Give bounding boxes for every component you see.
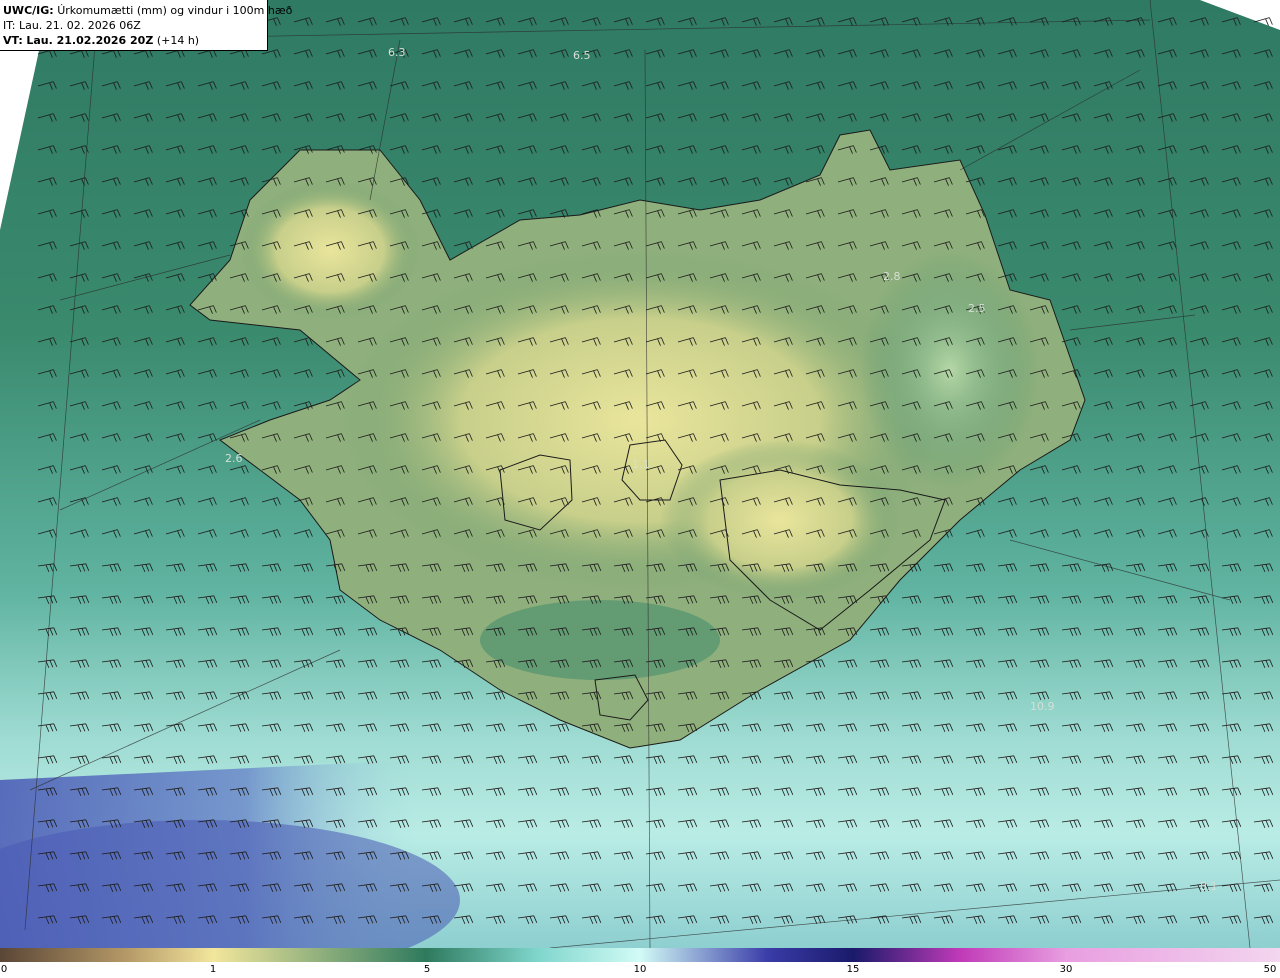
valid-time: Lau. 21.02.2026 20Z — [26, 34, 154, 47]
forecast-offset: (+14 h) — [156, 34, 200, 47]
colorbar — [0, 948, 1280, 962]
precipitation-map: 6.3 6.5 2.8 2.5 2.6 1.1 10.9 8.1 — [0, 0, 1280, 948]
map-label: 1.1 — [632, 458, 650, 471]
map-label: 2.6 — [225, 452, 243, 465]
colorbar-tick: 1 — [209, 964, 217, 975]
colorbar-tick: 30 — [1059, 964, 1073, 975]
map-label: 2.8 — [883, 270, 901, 283]
colorbar-tick: 10 — [633, 964, 647, 975]
valid-time-label: VT: — [3, 34, 23, 47]
colorbar-tick: 0 — [0, 964, 8, 975]
product-code: UWC/IG: — [3, 4, 54, 17]
map-title: Úrkomumætti (mm) og vindur i 100m hæð — [57, 4, 293, 17]
map-label: 2.5 — [968, 302, 986, 315]
map-label: 6.3 — [388, 46, 406, 59]
map-label: 10.9 — [1030, 700, 1055, 713]
map-label: 8.1 — [1200, 880, 1218, 893]
init-time: IT: Lau. 21. 02. 2026 06Z — [3, 19, 141, 32]
colorbar-tick: 5 — [423, 964, 431, 975]
map-header: UWC/IG: Úrkomumætti (mm) og vindur i 100… — [0, 0, 292, 51]
colorbar-tick: 15 — [846, 964, 860, 975]
map-label: 6.5 — [573, 49, 591, 62]
colorbar-tick: 50 — [1263, 964, 1277, 975]
